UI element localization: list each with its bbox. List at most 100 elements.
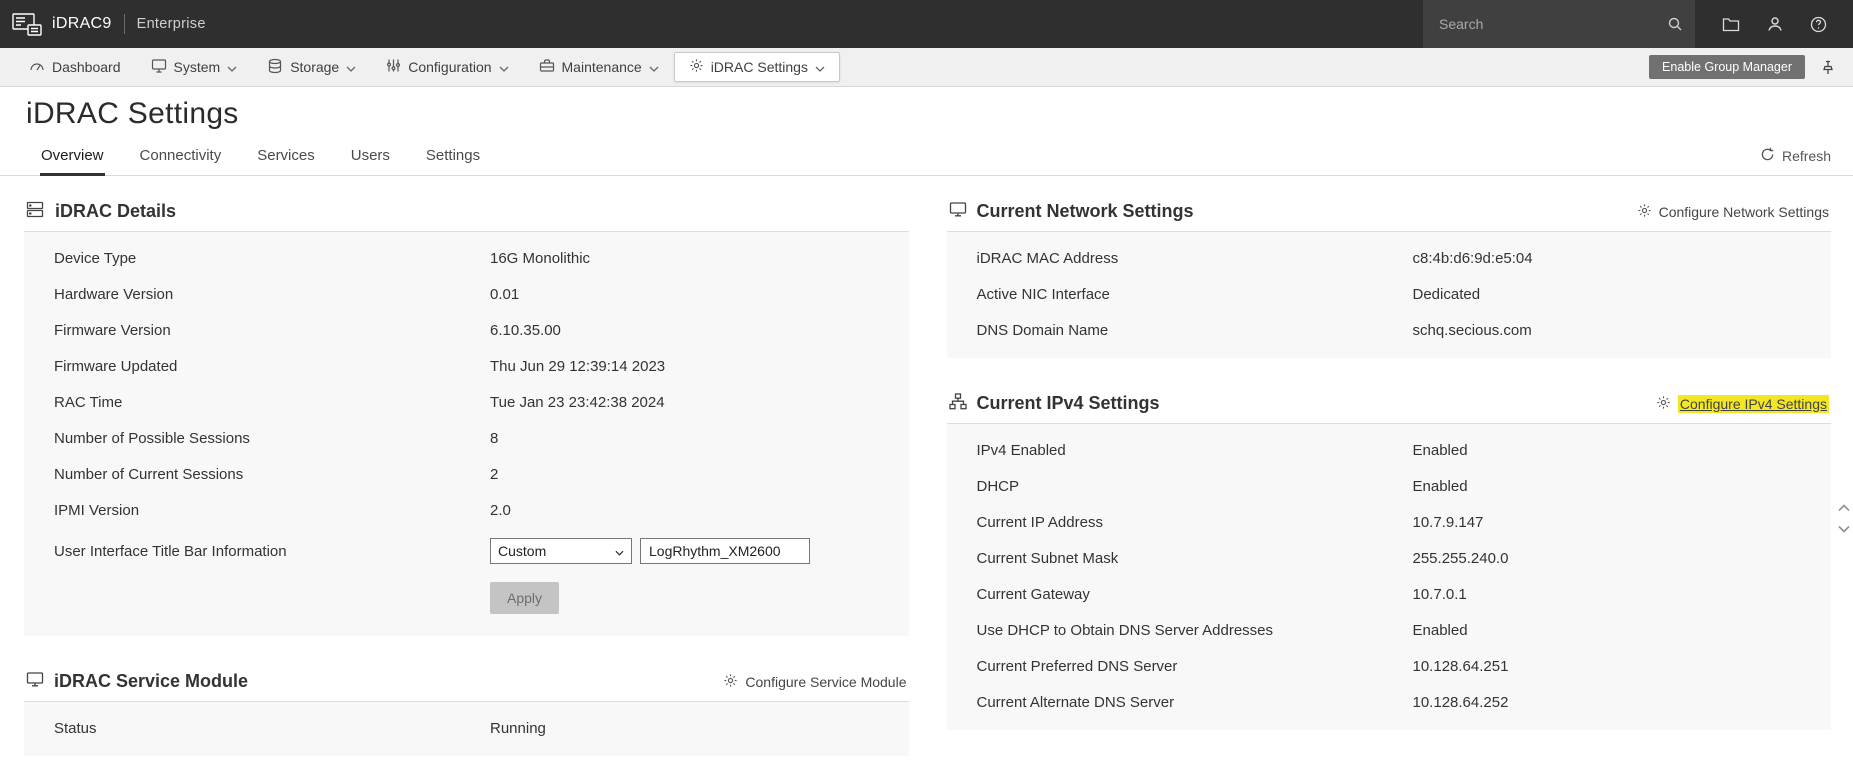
nav-storage[interactable]: Storage <box>252 48 371 86</box>
row-value: Enabled <box>1412 621 1468 639</box>
refresh-button[interactable]: Refresh <box>1760 147 1831 175</box>
nav-label: Storage <box>290 59 340 75</box>
row-label: Number of Current Sessions <box>54 465 244 483</box>
title-bar-mode-select[interactable]: Custom <box>490 538 632 564</box>
panel-ipv4-settings: Current IPv4 Settings Configure IPv4 Set… <box>946 384 1832 730</box>
row-label: Current IP Address <box>976 513 1103 531</box>
nav-label: Dashboard <box>52 59 121 75</box>
help-icon[interactable] <box>1810 16 1827 33</box>
storage-icon <box>267 58 283 77</box>
row-label: Number of Possible Sessions <box>54 429 250 447</box>
nav-system[interactable]: System <box>136 48 253 86</box>
nav-label: Configuration <box>408 59 492 75</box>
gear-icon <box>723 673 738 691</box>
row-label: Hardware Version <box>54 285 174 303</box>
action-label: Configure Service Module <box>745 673 907 690</box>
title-bar-text-input[interactable] <box>640 538 810 564</box>
row-value: Enabled <box>1412 477 1468 495</box>
row-value: 6.10.35.00 <box>490 321 561 339</box>
chevron-down-icon <box>649 59 659 75</box>
info-row: RAC Time Tue Jan 23 23:42:38 2024 <box>24 384 909 420</box>
scroll-down-icon[interactable] <box>1837 521 1851 537</box>
right-column: Current Network Settings Configure Netwo… <box>946 192 1832 756</box>
row-value: 10.7.0.1 <box>1412 585 1467 603</box>
info-row: Current Alternate DNS Server 10.128.64.2… <box>947 684 1832 720</box>
tab-bar: Overview Connectivity Services Users Set… <box>0 139 1853 176</box>
title-bar-info-row: User Interface Title Bar Information Cus… <box>24 528 909 574</box>
configure-network-settings-link[interactable]: Configure Network Settings <box>1637 203 1829 221</box>
row-label: Current Gateway <box>976 585 1090 603</box>
search-icon[interactable] <box>1667 16 1683 32</box>
tab-connectivity[interactable]: Connectivity <box>139 139 223 176</box>
search-input[interactable] <box>1439 16 1667 32</box>
info-row: Current Subnet Mask 255.255.240.0 <box>947 540 1832 576</box>
panel-title: Current IPv4 Settings <box>976 393 1160 413</box>
toolbox-icon <box>539 58 555 76</box>
info-row: iDRAC MAC Address c8:4b:d6:9d:e5:04 <box>947 240 1832 276</box>
pin-icon[interactable] <box>1821 60 1835 75</box>
tab-users[interactable]: Users <box>350 139 391 176</box>
row-label: User Interface Title Bar Information <box>54 542 287 560</box>
info-row: Number of Current Sessions 2 <box>24 456 909 492</box>
chevron-down-icon <box>815 59 825 75</box>
row-label: Current Subnet Mask <box>976 549 1119 567</box>
nav-label: Maintenance <box>561 59 642 75</box>
row-value: Tue Jan 23 23:42:38 2024 <box>490 393 665 411</box>
gear-icon <box>1637 203 1652 221</box>
row-label: DHCP <box>976 477 1020 495</box>
network-tree-icon <box>948 392 967 415</box>
system-icon <box>151 58 167 77</box>
info-row: Current Gateway 10.7.0.1 <box>947 576 1832 612</box>
row-value: Dedicated <box>1412 285 1481 303</box>
apply-button[interactable]: Apply <box>490 582 560 614</box>
row-value: 8 <box>490 429 499 447</box>
enable-group-manager-button[interactable]: Enable Group Manager <box>1649 55 1805 79</box>
refresh-icon <box>1760 147 1775 165</box>
nav-configuration[interactable]: Configuration <box>371 48 523 86</box>
panel-network-settings: Current Network Settings Configure Netwo… <box>946 192 1832 358</box>
action-label: Configure Network Settings <box>1658 203 1829 220</box>
panel-title: Current Network Settings <box>976 201 1194 221</box>
row-value: schq.secious.com <box>1412 321 1532 339</box>
panel-body: iDRAC MAC Address c8:4b:d6:9d:e5:04 Acti… <box>946 232 1832 358</box>
info-row: IPMI Version 2.0 <box>24 492 909 528</box>
folder-icon[interactable] <box>1722 17 1740 32</box>
chevron-down-icon <box>346 59 356 75</box>
nav-label: System <box>173 59 221 75</box>
panel-header: Current IPv4 Settings Configure IPv4 Set… <box>946 384 1831 424</box>
info-row: Number of Possible Sessions 8 <box>24 420 909 456</box>
content-columns: iDRAC Details Device Type 16G Monolithic… <box>0 176 1853 782</box>
panel-service-module: iDRAC Service Module Configure Service M… <box>24 662 909 756</box>
row-label: IPMI Version <box>54 501 140 519</box>
scroll-up-icon[interactable] <box>1837 500 1851 516</box>
page-title: iDRAC Settings <box>26 97 239 130</box>
sliders-icon <box>386 58 401 76</box>
nav-idrac-settings[interactable]: iDRAC Settings <box>673 52 840 82</box>
row-value: 10.128.64.252 <box>1412 693 1509 711</box>
nav-maintenance[interactable]: Maintenance <box>524 48 674 86</box>
left-column: iDRAC Details Device Type 16G Monolithic… <box>24 192 909 782</box>
refresh-label: Refresh <box>1781 148 1831 164</box>
info-row: DNS Domain Name schq.secious.com <box>947 312 1832 348</box>
info-row: Status Running <box>24 710 909 746</box>
tab-overview[interactable]: Overview <box>40 139 105 176</box>
configure-ipv4-settings-link[interactable]: Configure IPv4 Settings <box>1656 394 1829 413</box>
info-row: Current Preferred DNS Server 10.128.64.2… <box>947 648 1832 684</box>
row-value: 0.01 <box>490 285 520 303</box>
row-value: 10.128.64.251 <box>1412 657 1509 675</box>
row-label: Firmware Updated <box>54 357 178 375</box>
monitor-icon <box>26 671 44 692</box>
nav-dashboard[interactable]: Dashboard <box>14 48 136 86</box>
row-label: iDRAC MAC Address <box>976 249 1119 267</box>
row-label: Status <box>54 719 97 737</box>
row-label: Current Preferred DNS Server <box>976 657 1178 675</box>
user-icon[interactable] <box>1767 16 1783 32</box>
configure-service-module-link[interactable]: Configure Service Module <box>723 673 907 691</box>
tab-services[interactable]: Services <box>256 139 316 176</box>
tab-settings[interactable]: Settings <box>425 139 481 176</box>
scrollbar <box>1837 500 1851 537</box>
row-label: Device Type <box>54 249 137 267</box>
row-label: RAC Time <box>54 393 123 411</box>
row-label: Active NIC Interface <box>976 285 1110 303</box>
dashboard-icon <box>29 59 45 76</box>
